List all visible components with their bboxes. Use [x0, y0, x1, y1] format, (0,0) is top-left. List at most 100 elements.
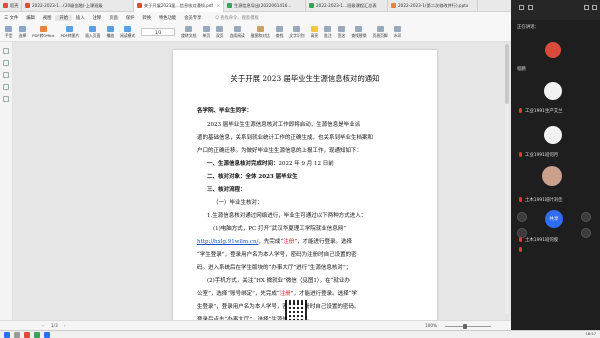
- attachment-icon[interactable]: [3, 96, 9, 102]
- replace-button[interactable]: 查找替换: [348, 23, 369, 41]
- member-name: 工业1991班何月: [525, 153, 559, 158]
- header-footer-button[interactable]: 页眉页脚: [370, 23, 391, 41]
- screenshot-button[interactable]: 截图和对比: [248, 23, 273, 41]
- member-name: 土木1991班何俊: [525, 238, 559, 243]
- menu-view[interactable]: 视图: [39, 15, 56, 21]
- tab-label: 稻壳: [10, 2, 19, 8]
- continuous-button[interactable]: 连续阅读: [227, 23, 248, 41]
- pdf-icon: [25, 3, 30, 8]
- menu-insert[interactable]: 插入: [72, 15, 89, 21]
- button-label: 单页: [202, 32, 211, 38]
- single-page-button[interactable]: 单页: [199, 23, 213, 41]
- search-icon[interactable]: [3, 84, 9, 90]
- search-icon[interactable]: [14, 332, 20, 338]
- grid-view-icon[interactable]: [519, 5, 524, 10]
- spreadsheet-icon: [309, 3, 314, 8]
- zoom-slider[interactable]: [445, 324, 491, 329]
- section-label: 一、生源信息核对完成时间：: [207, 161, 279, 167]
- sign-button[interactable]: 签名: [335, 23, 349, 41]
- bookmark-icon[interactable]: [3, 60, 9, 66]
- tab-notice-pdf[interactable]: 关于开展2023届…信息核对通知.pdf ×: [134, 0, 224, 12]
- text-run: ”，才能进行登录。选择: [294, 239, 353, 245]
- menu-protect[interactable]: 保护: [122, 15, 139, 21]
- annotate-button[interactable]: 批注: [321, 23, 335, 41]
- insert-page-icon: [89, 25, 97, 32]
- qr-code-image: [285, 300, 307, 322]
- insert-page-button[interactable]: 插入页面: [82, 23, 103, 41]
- speaker-view-icon[interactable]: [528, 5, 533, 10]
- wps-icon[interactable]: [24, 332, 30, 338]
- pdf-icon: [137, 3, 142, 8]
- speaking-label: 正在讲话：: [517, 25, 539, 30]
- comment-list-icon[interactable]: [3, 72, 9, 78]
- next-page-icon[interactable]: ›: [64, 323, 66, 328]
- pdf-to-image-button[interactable]: PDF转图片: [57, 23, 82, 41]
- website-link[interactable]: http://hxlg.91wllm.cn/: [197, 239, 258, 245]
- tab-bar: 稻壳 2022-2023-1…(20级金融)-上课班级 关于开展2023届…信息…: [0, 0, 511, 12]
- rotate-button[interactable]: 旋转文档: [178, 23, 199, 41]
- vertical-scrollbar[interactable]: [505, 44, 509, 314]
- zoom-level: 100%: [425, 323, 437, 328]
- pc-method-line: (1)电脑方式，PC 打开“武汉华夏理工学院就业信息网”: [213, 226, 347, 232]
- mobile-method-line: (2)手机方式，关注“HX 微就业”微信（见图1），在“就业办: [207, 278, 350, 284]
- button-label: 页眉页脚: [372, 32, 388, 38]
- ocr-button[interactable]: 文字识别: [286, 23, 307, 41]
- minimize-icon[interactable]: [584, 5, 589, 10]
- mobile-method-line: 生登录”，登录用户名为本人学号，密码为注册时自己设置的密码。: [197, 304, 360, 310]
- replace-icon: [355, 25, 363, 32]
- hand-tool-button[interactable]: 手型: [2, 23, 16, 41]
- register-text: 注册: [279, 291, 291, 297]
- read-mode-button[interactable]: 阅读模式: [117, 23, 138, 41]
- menu-edit[interactable]: 编辑: [22, 15, 39, 21]
- meeting-app-icon[interactable]: [44, 332, 50, 338]
- menu-page[interactable]: 页面: [105, 15, 122, 21]
- menu-convert[interactable]: 转换: [138, 15, 155, 21]
- chat-icon[interactable]: [581, 228, 591, 238]
- button-label: 插入页面: [85, 32, 101, 38]
- find-button[interactable]: 查找: [273, 23, 287, 41]
- scrollbar-thumb[interactable]: [505, 44, 509, 104]
- pdf-page: 关于开展 2023 届毕业生生源信息核对的通知 各学院、毕业生同学： 2023 …: [173, 50, 437, 328]
- wechat-icon[interactable]: [34, 332, 40, 338]
- tab-home[interactable]: 稻壳: [0, 0, 22, 12]
- menu-features[interactable]: 特色功能: [155, 15, 180, 21]
- document-title: 关于开展 2023 届毕业生生源信息核对的通知: [230, 74, 380, 83]
- menu-start[interactable]: 开始: [55, 14, 73, 21]
- close-icon[interactable]: [592, 5, 597, 10]
- highlight-button[interactable]: 高亮: [308, 23, 322, 41]
- button-label: 水印: [393, 32, 402, 38]
- double-page-button[interactable]: 双页: [213, 23, 227, 41]
- close-icon[interactable]: ×: [215, 3, 220, 8]
- button-label: PDF转Office: [32, 32, 55, 38]
- command-search[interactable]: Q 查找命令、搜索模板: [211, 15, 262, 21]
- section-value: 2022 年 9 月 12 日前: [278, 161, 334, 167]
- avatar: [542, 166, 562, 186]
- start-icon[interactable]: [4, 332, 10, 338]
- document-viewport[interactable]: 关于开展 2023 届毕业生生源信息核对的通知 各学院、毕业生同学： 2023 …: [13, 42, 511, 328]
- menu-member[interactable]: 会员专享: [180, 15, 205, 21]
- select-tool-button[interactable]: 选择: [16, 23, 30, 41]
- tab-course[interactable]: 2022-2023-1…(20级金融)-上课班级: [22, 0, 134, 12]
- pdf-to-office-button[interactable]: PDF转Office: [29, 23, 57, 41]
- register-text: 注册: [283, 239, 295, 245]
- share-screen-button[interactable]: 共享: [545, 210, 563, 228]
- mic-toggle-icon[interactable]: [517, 212, 527, 222]
- play-button[interactable]: 播放: [103, 23, 117, 41]
- watermark-button[interactable]: 水印: [391, 23, 405, 41]
- thumbnail-icon[interactable]: [3, 48, 9, 54]
- button-label: 高亮: [310, 32, 319, 38]
- camera-toggle-icon[interactable]: [517, 228, 527, 238]
- button-label: 双页: [216, 32, 224, 38]
- status-bar: ‹ 1/3 › 100%: [0, 320, 511, 330]
- tab-export-sheet[interactable]: 生源信息导出(2022061416…: [224, 0, 306, 12]
- zoom-slider-handle[interactable]: [463, 324, 467, 329]
- menu-annotate[interactable]: 注释: [89, 15, 106, 21]
- menu-file[interactable]: 三 文件: [0, 15, 22, 21]
- tab-label: 2022-2023-1…班级课程汇总表: [316, 2, 377, 8]
- page-number-input[interactable]: 1/3: [141, 28, 176, 36]
- prev-page-icon[interactable]: ‹: [42, 323, 44, 328]
- tab-summary-sheet[interactable]: 2022-2023-1…班级课程汇总表: [306, 0, 388, 12]
- book-icon: [124, 25, 132, 32]
- members-icon[interactable]: [581, 212, 591, 222]
- tab-ppt[interactable]: 2022-2023-1(第二次修改并行).pptx: [388, 0, 478, 12]
